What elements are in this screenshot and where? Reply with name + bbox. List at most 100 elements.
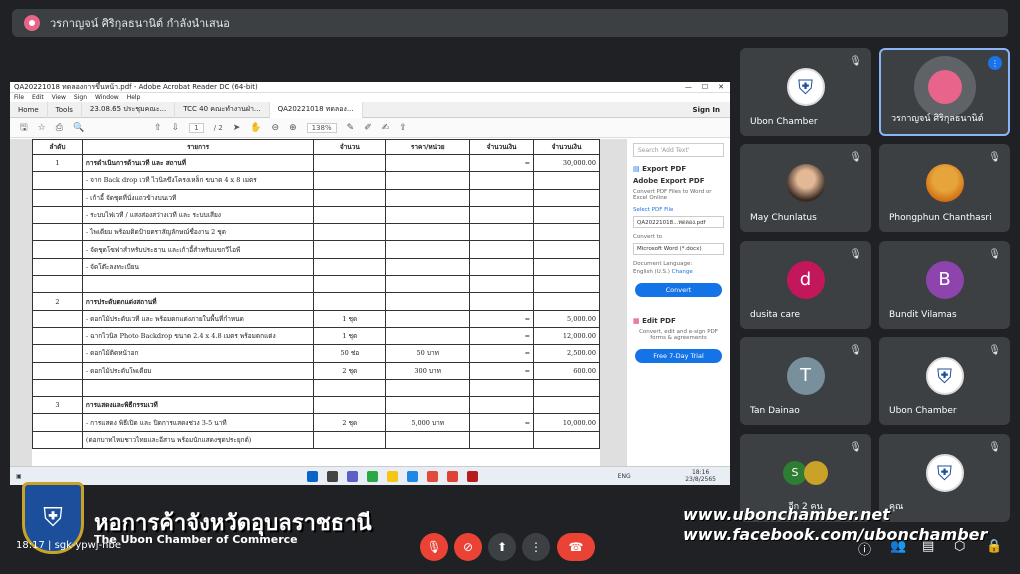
close-icon[interactable]: ✕ bbox=[718, 83, 724, 91]
format-select[interactable]: Microsoft Word (*.docx) bbox=[633, 243, 724, 255]
page-number-input[interactable]: 1 bbox=[189, 122, 204, 133]
export-pdf-header[interactable]: ▤ Export PDF bbox=[633, 165, 724, 173]
chat-bubble-icon[interactable]: ▤ bbox=[922, 539, 934, 554]
participant-tile[interactable]: ⋮ วรกาญจน์ ศิริกุลธนานิต์ bbox=[879, 48, 1010, 136]
menu-file[interactable]: File bbox=[14, 94, 24, 101]
hangup-icon: ☎ bbox=[568, 540, 584, 554]
participant-tile[interactable]: 🎙 Phongphun Chanthasri bbox=[879, 144, 1010, 232]
menu-edit[interactable]: Edit bbox=[32, 94, 44, 101]
window-title: QA20221018 ทดลองการขึ้นหน้า.pdf - Adobe … bbox=[14, 82, 258, 91]
tool-search-input[interactable]: Search 'Add Text' bbox=[633, 143, 724, 157]
present-button[interactable]: ⬆ bbox=[488, 533, 516, 561]
col-no: ลำดับ bbox=[32, 139, 83, 155]
line-icon[interactable] bbox=[366, 470, 378, 482]
minimize-icon[interactable]: — bbox=[685, 83, 692, 91]
present-icon: ⬆ bbox=[496, 540, 508, 554]
tray-lang[interactable]: ENG bbox=[618, 473, 631, 480]
sign-icon[interactable]: ✍ bbox=[382, 123, 390, 133]
acrobat-toolbar: 🖫 ☆ ⎙ 🔍 ⇧ ⇩ 1 / 2 ➤ ✋ ⊖ ⊕ 138% ✎ ✐ ✍ ⇪ bbox=[10, 118, 730, 138]
zoom-search-icon[interactable]: 🔍 bbox=[73, 123, 84, 133]
menu-view[interactable]: View bbox=[52, 94, 66, 101]
participant-tile[interactable]: 🎙 Ubon Chamber bbox=[879, 337, 1010, 425]
tab-home[interactable]: Home bbox=[10, 101, 48, 118]
convert-button[interactable]: Convert bbox=[635, 283, 722, 297]
presenter-text: วรกาญจน์ ศิริกุลธนานิต์ กำลังนำเสนอ bbox=[50, 17, 230, 30]
table-cell bbox=[32, 240, 83, 259]
tab-doc-1[interactable]: 23.08.65 ประชุมคณะ... bbox=[82, 101, 176, 118]
more-options-button[interactable]: ⋮ bbox=[522, 533, 550, 561]
page-up-icon[interactable]: ⇧ bbox=[154, 123, 162, 133]
people-icon[interactable]: 👥 bbox=[890, 539, 906, 554]
edge-icon[interactable] bbox=[406, 470, 418, 482]
table-row: (ดอกบาทไหมชาวไทยและอีสาน พร้อมนักแสดงชุด… bbox=[32, 430, 600, 450]
menu-window[interactable]: Window bbox=[95, 94, 119, 101]
table-row: 1 การดำเนินการด้านเวที และ สถานที่ = 30,000… bbox=[32, 153, 600, 173]
participant-tile[interactable]: d 🎙 dusita care bbox=[740, 241, 871, 329]
table-cell: 5,000 บาท bbox=[385, 413, 471, 432]
menu-sign[interactable]: Sign bbox=[74, 94, 87, 101]
table-cell bbox=[469, 223, 535, 242]
table-cell: (ดอกบาทไหมชาวไทยและอีสาน พร้อมนักแสดงชุด… bbox=[81, 430, 315, 450]
edit-pdf-item[interactable]: ▦ Edit PDF bbox=[633, 317, 724, 325]
participant-tile[interactable]: 🎙 May Chunlatus bbox=[740, 144, 871, 232]
print-icon[interactable]: ⎙ bbox=[56, 123, 63, 133]
bookmark-icon[interactable]: ☆ bbox=[38, 123, 46, 133]
document-viewport[interactable]: ลำดับ รายการ จำนวน ราคา/หน่วย จำนวนเงิน … bbox=[10, 139, 626, 466]
maximize-icon[interactable]: ☐ bbox=[702, 83, 708, 91]
acrobat-icon[interactable] bbox=[466, 470, 478, 482]
table-cell bbox=[533, 292, 600, 311]
participant-name: Ubon Chamber bbox=[750, 117, 818, 127]
start-icon[interactable] bbox=[306, 470, 318, 482]
table-cell bbox=[385, 430, 471, 450]
participant-tile[interactable]: T 🎙 Tan Dainao bbox=[740, 337, 871, 425]
table-cell bbox=[385, 153, 471, 173]
zoom-level[interactable]: 138% bbox=[306, 122, 337, 133]
selected-file-field[interactable]: QA20221018...ทดลอง.pdf bbox=[633, 216, 724, 228]
chrome-profile-icon[interactable] bbox=[446, 470, 458, 482]
info-icon[interactable]: ⓘ bbox=[858, 539, 871, 558]
table-cell bbox=[32, 344, 83, 363]
chrome-icon[interactable] bbox=[426, 470, 438, 482]
table-cell bbox=[313, 396, 387, 415]
search-icon[interactable] bbox=[326, 470, 338, 482]
table-cell bbox=[313, 205, 387, 225]
table-cell bbox=[533, 171, 600, 190]
tray-clock[interactable]: 18:16 23/8/2565 bbox=[685, 469, 730, 483]
camera-off-button[interactable]: ⊘ bbox=[454, 533, 482, 561]
save-icon[interactable]: 🖫 bbox=[20, 120, 28, 136]
cursor-icon[interactable]: ➤ bbox=[233, 123, 241, 133]
sign-in-button[interactable]: Sign In bbox=[693, 106, 730, 114]
table-cell bbox=[385, 275, 471, 294]
participant-tile[interactable]: 🎙 Ubon Chamber bbox=[740, 48, 871, 136]
highlight-icon[interactable]: ✐ bbox=[364, 123, 372, 133]
chat-icon[interactable] bbox=[346, 470, 358, 482]
participant-name: Bundit Vilamas bbox=[889, 310, 957, 320]
budget-table: ลำดับ รายการ จำนวน ราคา/หน่วย จำนวนเงิน … bbox=[32, 139, 600, 450]
hand-icon[interactable]: ✋ bbox=[250, 123, 261, 133]
free-trial-button[interactable]: Free 7-Day Trial bbox=[635, 349, 722, 363]
tab-doc-2[interactable]: TCC 40 คณะทำงานฝ่า... bbox=[175, 101, 270, 118]
zoom-out-icon[interactable]: ⊖ bbox=[272, 123, 280, 133]
table-row: - ฉากไวนิล Photo Backdrop ขนาด 2.4 x 4.8… bbox=[32, 326, 600, 346]
change-language-link[interactable]: Change bbox=[672, 269, 693, 275]
table-cell bbox=[469, 275, 535, 294]
comment-icon[interactable]: ✎ bbox=[347, 123, 355, 133]
participant-tile[interactable]: B 🎙 Bundit Vilamas bbox=[879, 241, 1010, 329]
table-cell bbox=[385, 188, 471, 207]
zoom-in-icon[interactable]: ⊕ bbox=[289, 123, 297, 133]
menu-help[interactable]: Help bbox=[127, 94, 141, 101]
host-controls-icon[interactable]: 🔒 bbox=[986, 539, 1002, 554]
activities-icon[interactable]: ⬡ bbox=[954, 539, 965, 554]
table-cell bbox=[469, 396, 535, 415]
folder-icon[interactable] bbox=[386, 470, 398, 482]
widgets-icon[interactable]: ▣ bbox=[16, 473, 22, 480]
table-cell bbox=[385, 326, 471, 346]
tab-tools[interactable]: Tools bbox=[48, 101, 82, 118]
tab-doc-active[interactable]: QA20221018 ทดลอง... bbox=[269, 101, 363, 118]
table-row: - ไพเดียม พร้อมติดป้ายตราสัญลักษณ์ชื่องา… bbox=[32, 223, 600, 242]
mic-off-button[interactable]: 🎙 bbox=[420, 533, 448, 561]
tools-pane: Search 'Add Text' ▤ Export PDF Adobe Exp… bbox=[626, 139, 730, 466]
share-icon[interactable]: ⇪ bbox=[399, 123, 407, 133]
leave-call-button[interactable]: ☎ bbox=[557, 533, 595, 561]
page-down-icon[interactable]: ⇩ bbox=[172, 123, 180, 133]
